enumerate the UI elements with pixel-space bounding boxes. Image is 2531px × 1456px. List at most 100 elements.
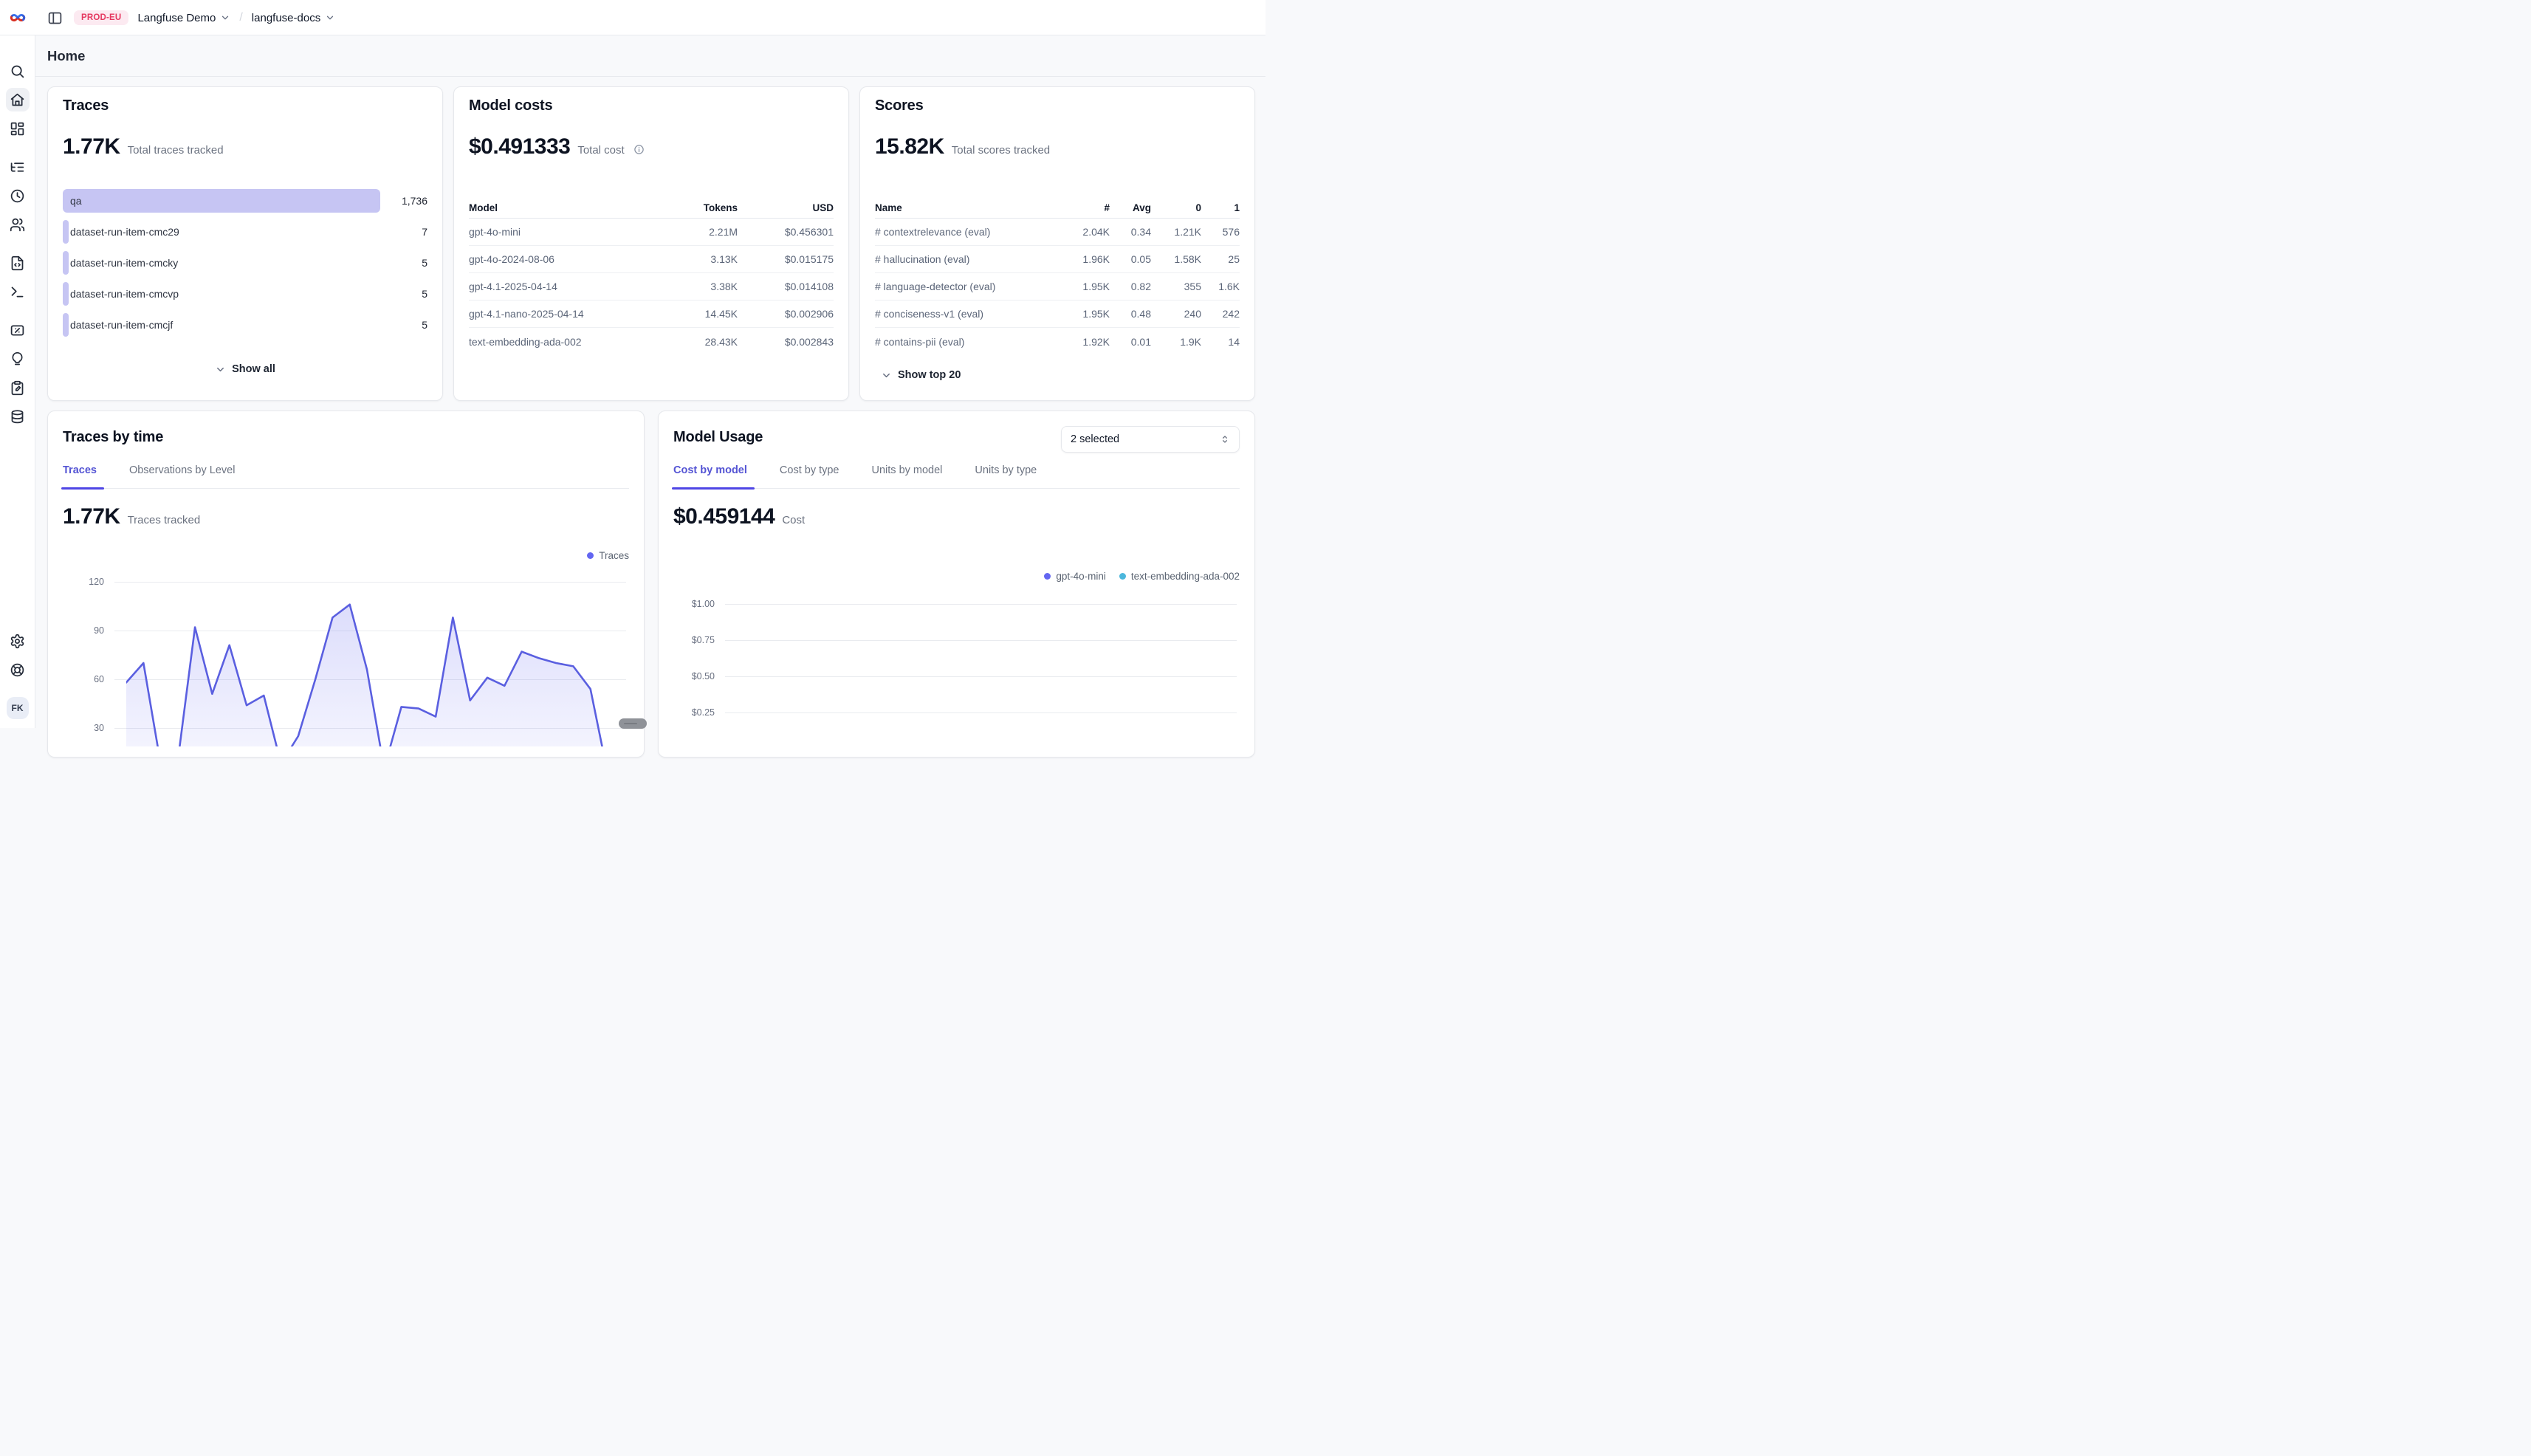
mu-tab-units-by-type[interactable]: Units by type — [975, 464, 1040, 488]
traces-time-chart: 120906030 — [63, 569, 629, 746]
row-name: # contains-pii (eval) — [875, 336, 1057, 348]
table-row: # conciseness-v1 (eval)1.95K0.48240242 — [875, 301, 1240, 328]
list-tree-icon — [10, 159, 25, 175]
trace-bar-row: dataset-run-item-cmcjf 5 — [63, 313, 427, 337]
table-header: Name#Avg01 — [875, 199, 1240, 219]
dashboard-icon — [10, 121, 25, 137]
traces-by-time-tabs: Traces Observations by Level — [63, 464, 629, 489]
column-header: # — [1057, 202, 1110, 213]
row-name: text-embedding-ada-002 — [469, 336, 649, 348]
horizontal-scrollbar-thumb[interactable] — [619, 718, 647, 729]
table-row: gpt-4o-mini2.21M$0.456301 — [469, 219, 834, 246]
show-top-20-button[interactable]: Show top 20 — [881, 369, 961, 381]
row-value: 1.6K — [1201, 281, 1240, 292]
row-value: 1.95K — [1057, 281, 1110, 292]
bar-track: dataset-run-item-cmcjf — [63, 313, 380, 337]
page-heading-row: Home — [35, 35, 1266, 77]
users-icon — [10, 217, 25, 233]
sidebar-item-datasets[interactable] — [6, 405, 30, 428]
legend-dot-icon — [1044, 573, 1051, 580]
sidebar-item-evaluators[interactable] — [6, 318, 30, 342]
sidebar-item-insights[interactable] — [6, 347, 30, 371]
gridline — [725, 604, 1237, 605]
axis-tick-label: 90 — [66, 625, 104, 636]
axis-tick-label: $0.25 — [676, 707, 715, 718]
row-name: # contextrelevance (eval) — [875, 226, 1057, 238]
row-value: 0.82 — [1110, 281, 1151, 292]
sidebar-item-prompts[interactable] — [6, 251, 30, 275]
org-switcher[interactable]: Langfuse Demo — [137, 12, 230, 24]
row-value: 0.48 — [1110, 308, 1151, 320]
terminal-icon — [10, 284, 25, 300]
bar-fill — [63, 282, 69, 306]
user-avatar[interactable]: FK — [7, 697, 29, 719]
row-value: 576 — [1201, 226, 1240, 238]
sidebar-item-dashboards[interactable] — [6, 117, 30, 140]
breadcrumb-separator: / — [239, 11, 242, 24]
show-all-button[interactable]: Show all — [215, 363, 275, 375]
info-icon[interactable] — [633, 144, 645, 155]
row-value: 14 — [1201, 336, 1240, 348]
trace-count: 5 — [422, 313, 427, 337]
sidebar-item-settings[interactable] — [6, 629, 30, 653]
tbt-tab-traces[interactable]: Traces — [63, 464, 100, 488]
clipboard-pen-icon — [10, 380, 25, 396]
sidebar-item-search[interactable] — [6, 59, 30, 83]
scores-card-title: Scores — [875, 97, 924, 114]
traces-chart-legend: Traces — [587, 550, 629, 561]
model-select[interactable]: 2 selected — [1061, 426, 1240, 453]
row-value: 355 — [1151, 281, 1201, 292]
project-switcher[interactable]: langfuse-docs — [252, 12, 335, 24]
sidebar-item-annotation-queues[interactable] — [6, 376, 30, 399]
traces-by-time-card: Traces by time Traces Observations by Lev… — [47, 411, 645, 758]
sidebar-item-support[interactable] — [6, 658, 30, 681]
model-costs-card-title: Model costs — [469, 97, 552, 114]
column-header: Tokens — [649, 202, 738, 213]
traces-by-time-title: Traces by time — [63, 429, 163, 446]
legend-item: gpt-4o-mini — [1044, 571, 1106, 582]
sidebar-item-playground[interactable] — [6, 280, 30, 303]
axis-tick-label: 30 — [66, 723, 104, 733]
trace-name-label: dataset-run-item-cmc29 — [70, 220, 179, 244]
row-value: 1.95K — [1057, 308, 1110, 320]
legend-dot-icon — [1119, 573, 1126, 580]
bar-fill — [63, 189, 380, 213]
chevrons-up-down-icon — [1220, 434, 1230, 444]
traces-area-chart — [126, 569, 608, 746]
table-row: gpt-4.1-2025-04-143.38K$0.014108 — [469, 273, 834, 301]
sidebar-item-tracing[interactable] — [6, 155, 30, 179]
row-value: 240 — [1151, 308, 1201, 320]
sidebar-toggle-button[interactable] — [47, 10, 63, 26]
home-icon — [10, 92, 25, 108]
org-name: Langfuse Demo — [137, 12, 216, 24]
life-buoy-icon — [10, 662, 25, 678]
model-usage-card: Model Usage 2 selected Cost by modelCost… — [658, 411, 1255, 758]
table-row: # contains-pii (eval)1.92K0.011.9K14 — [875, 328, 1240, 355]
row-value: 242 — [1201, 308, 1240, 320]
gridline — [725, 712, 1237, 713]
usage-chart: $1.00$0.75$0.50$0.25 — [673, 591, 1240, 758]
model-costs-total-metric: $0.491333 — [469, 134, 570, 159]
trace-count: 7 — [422, 220, 427, 244]
bar-fill — [63, 313, 69, 337]
scores-total-label: Total scores tracked — [952, 144, 1050, 157]
axis-tick-label: $0.50 — [676, 671, 715, 681]
tbt-tab-observations-by-level[interactable]: Observations by Level — [129, 464, 238, 488]
legend-item: Traces — [587, 550, 629, 561]
sidebar-item-sessions[interactable] — [6, 184, 30, 207]
usage-cost-label: Cost — [782, 514, 805, 526]
bar-track: qa — [63, 189, 380, 213]
mu-tab-units-by-model[interactable]: Units by model — [872, 464, 946, 488]
sidebar-item-home[interactable] — [6, 88, 30, 111]
row-value: $0.002843 — [738, 336, 834, 348]
trace-bar-row: dataset-run-item-cmcky5 — [63, 251, 427, 275]
axis-tick-label: $1.00 — [676, 599, 715, 609]
mu-tab-cost-by-type[interactable]: Cost by type — [780, 464, 842, 488]
row-value: 14.45K — [649, 308, 738, 320]
table-row: text-embedding-ada-00228.43K$0.002843 — [469, 328, 834, 355]
sidebar-item-users[interactable] — [6, 213, 30, 236]
traces-tracked-label: Traces tracked — [128, 514, 201, 526]
row-value: 1.21K — [1151, 226, 1201, 238]
row-name: # hallucination (eval) — [875, 253, 1057, 265]
mu-tab-cost-by-model[interactable]: Cost by model — [673, 464, 750, 488]
